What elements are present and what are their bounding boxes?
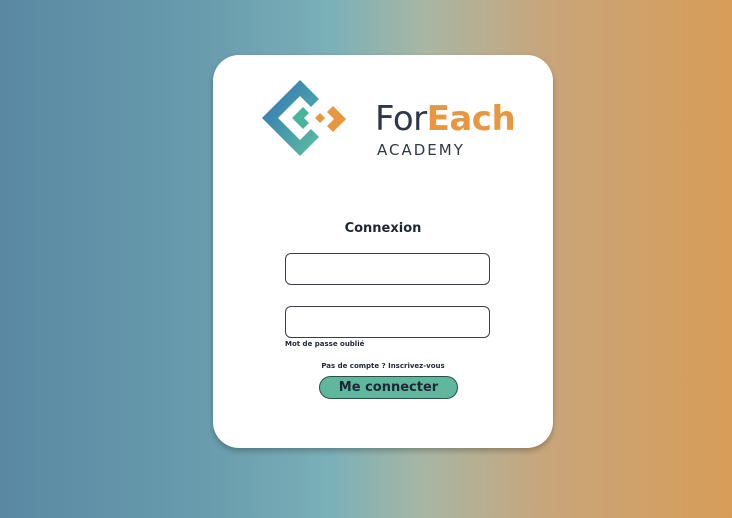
foreach-logo-icon xyxy=(262,80,346,156)
password-input[interactable] xyxy=(285,306,490,338)
foreach-academy-logo: ForEach ACADEMY xyxy=(260,77,516,167)
brand-name: ForEach xyxy=(375,99,516,139)
login-submit-button[interactable]: Me connecter xyxy=(319,376,458,399)
login-title: Connexion xyxy=(344,221,422,236)
brand-name-part1: For xyxy=(375,99,427,139)
forgot-password-link[interactable]: Mot de passe oublié xyxy=(285,340,364,348)
login-card: ForEach ACADEMY Connexion Mot de passe o… xyxy=(213,55,553,448)
username-input[interactable] xyxy=(285,253,490,285)
brand-subtitle: ACADEMY xyxy=(377,141,465,159)
brand-name-part2: Each xyxy=(426,99,516,139)
signup-link[interactable]: Pas de compte ? Inscrivez-vous xyxy=(213,362,553,370)
